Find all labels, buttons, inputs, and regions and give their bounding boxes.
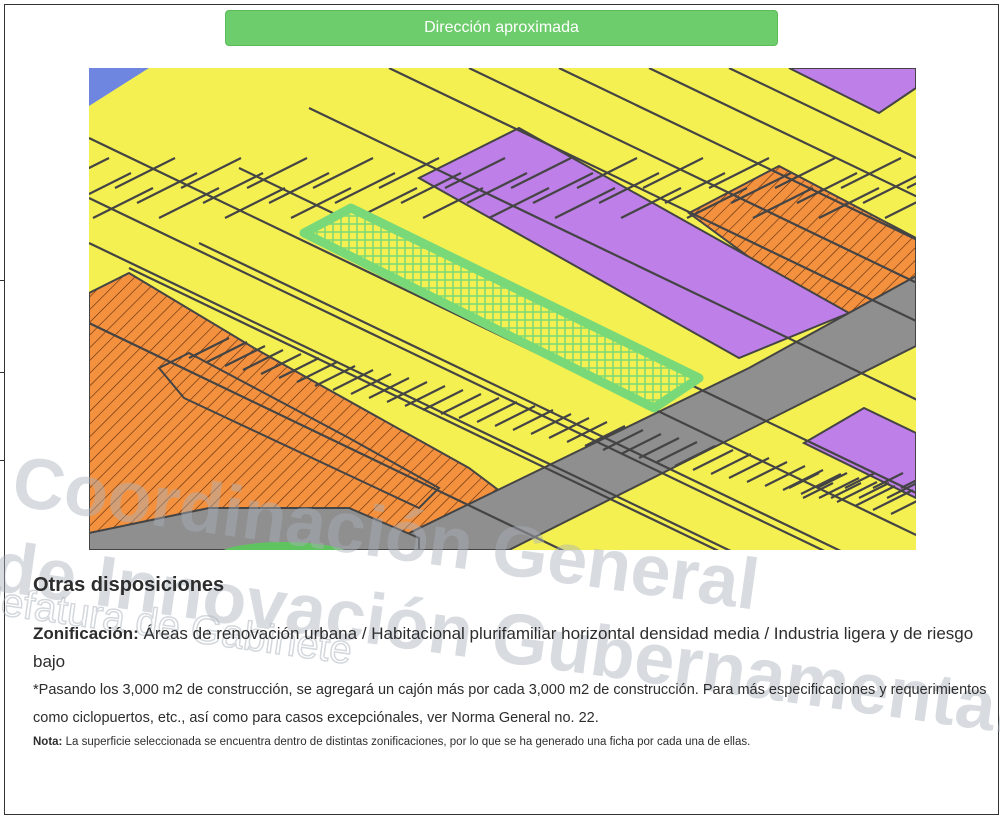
footnote-text: La superficie seleccionada se encuentra … [62,736,751,748]
margin-tick [0,372,5,373]
zoning-map-canvas [89,68,916,550]
footnote-label: Nota: [33,736,63,748]
zoning-text: Áreas de renovación urbana / Habitaciona… [33,624,974,671]
footnote: Nota: La superficie seleccionada se encu… [33,734,998,750]
parking-note: *Pasando los 3,000 m2 de construcción, s… [33,682,987,726]
zoning-paragraph: Zonificación: Áreas de renovación urbana… [33,620,998,676]
margin-tick [0,280,5,281]
approximate-address-banner: Dirección aproximada [225,10,778,46]
other-provisions-section: Otras disposiciones Zonificación: Áreas … [33,572,998,750]
margin-tick [0,460,5,461]
zoning-map[interactable] [89,68,916,550]
section-title: Otras disposiciones [33,574,225,596]
zoning-label: Zonificación: [33,624,139,643]
